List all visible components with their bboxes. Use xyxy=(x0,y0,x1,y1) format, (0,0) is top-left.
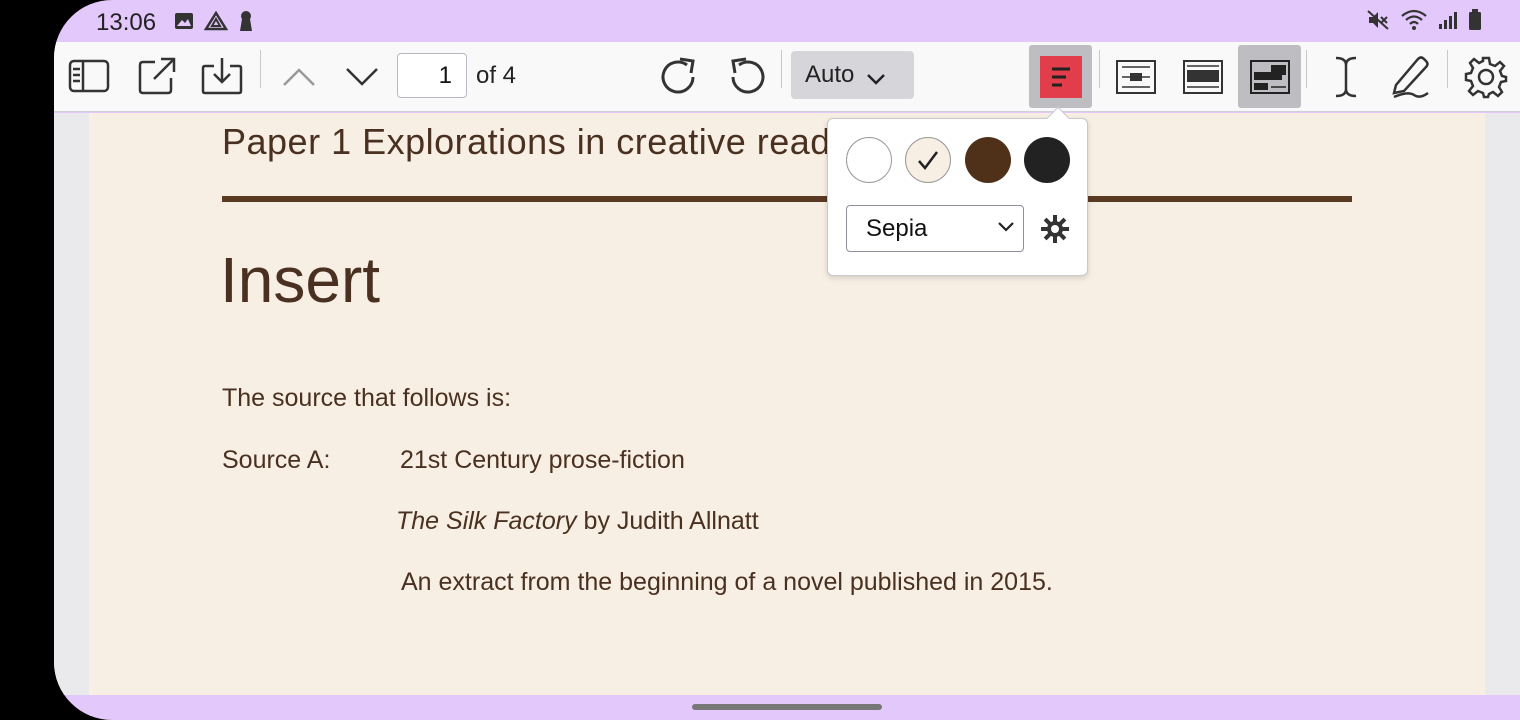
pencil-icon xyxy=(1392,56,1429,99)
document-viewer[interactable]: Paper 1 Explorations in creative read In… xyxy=(54,113,1520,695)
previous-page-button[interactable] xyxy=(279,60,319,94)
theme-select-value: Sepia xyxy=(866,214,928,242)
page-layout-icon xyxy=(1249,59,1290,94)
theme-settings-button[interactable] xyxy=(1039,213,1071,245)
page-number-input[interactable]: 1 xyxy=(397,53,467,98)
home-indicator[interactable] xyxy=(692,704,882,710)
status-time: 13:06 xyxy=(96,9,157,36)
gallery-icon xyxy=(174,12,194,35)
chevron-down-icon xyxy=(998,222,1014,232)
swatch-brown[interactable] xyxy=(965,137,1011,183)
pdf-toolbar: 1 of 4 Auto xyxy=(54,42,1520,112)
color-theme-icon xyxy=(1051,67,1070,86)
next-page-button[interactable] xyxy=(342,60,382,94)
fit-width-icon xyxy=(1183,60,1223,94)
theme-select[interactable]: Sepia xyxy=(846,205,1024,252)
wifi-icon xyxy=(1400,9,1428,36)
swatch-dark[interactable] xyxy=(1024,137,1070,183)
text-cursor-icon xyxy=(1335,56,1357,98)
rotate-clockwise-button[interactable] xyxy=(656,54,702,100)
source-label: Source A: xyxy=(222,446,331,474)
keyhole-icon xyxy=(238,10,254,37)
battery-icon xyxy=(1468,9,1482,36)
rotate-clockwise-icon xyxy=(661,57,695,94)
color-theme-button[interactable] xyxy=(1029,45,1092,108)
chevron-down-icon xyxy=(346,68,378,86)
download-icon xyxy=(201,58,243,95)
chevron-up-icon xyxy=(283,68,315,86)
fit-center-button[interactable] xyxy=(1112,56,1160,98)
rotate-counterclockwise-icon xyxy=(731,57,765,94)
sidebar-toggle-icon xyxy=(68,59,110,93)
color-theme-popup: Sepia xyxy=(827,106,1088,276)
drive-icon xyxy=(203,10,229,36)
draw-button[interactable] xyxy=(1386,52,1434,100)
page-count-label: of 4 xyxy=(476,62,517,89)
chevron-down-icon xyxy=(867,74,886,85)
book-author: by Judith Allnatt xyxy=(576,507,759,535)
book-citation: The Silk Factory by Judith Allnatt xyxy=(396,507,759,536)
device-screen: 13:06 1 of 4 Auto Paper 1 Explorations i… xyxy=(54,0,1520,720)
rotate-counterclockwise-button[interactable] xyxy=(724,54,770,100)
signal-icon xyxy=(1438,10,1458,35)
intro-text: The source that follows is: xyxy=(222,384,512,412)
insert-title: Insert xyxy=(220,244,381,316)
settings-button[interactable] xyxy=(1462,54,1510,100)
swatch-sepia[interactable] xyxy=(905,137,951,183)
download-button[interactable] xyxy=(199,54,245,98)
pdf-page: Paper 1 Explorations in creative read In… xyxy=(89,113,1485,695)
gear-icon xyxy=(1464,56,1508,99)
gear-icon xyxy=(1041,215,1069,243)
fit-center-icon xyxy=(1116,60,1156,94)
open-external-icon xyxy=(138,57,176,95)
swatch-white[interactable] xyxy=(846,137,892,183)
paper-heading: Paper 1 Explorations in creative read xyxy=(222,121,831,162)
sidebar-toggle-button[interactable] xyxy=(66,56,112,96)
zoom-value: Auto xyxy=(805,61,855,88)
text-select-button[interactable] xyxy=(1324,54,1368,100)
source-type: 21st Century prose-fiction xyxy=(400,446,685,474)
heading-rule xyxy=(222,196,1352,202)
checkmark-icon xyxy=(918,151,938,170)
open-external-button[interactable] xyxy=(134,54,180,98)
mute-icon xyxy=(1366,9,1390,36)
fit-width-button[interactable] xyxy=(1179,56,1227,98)
status-bar: 13:06 xyxy=(54,0,1520,42)
page-layout-button[interactable] xyxy=(1238,45,1301,108)
book-title: The Silk Factory xyxy=(396,507,577,535)
extract-note: An extract from the beginning of a novel… xyxy=(401,568,1053,596)
zoom-select[interactable]: Auto xyxy=(791,51,914,99)
